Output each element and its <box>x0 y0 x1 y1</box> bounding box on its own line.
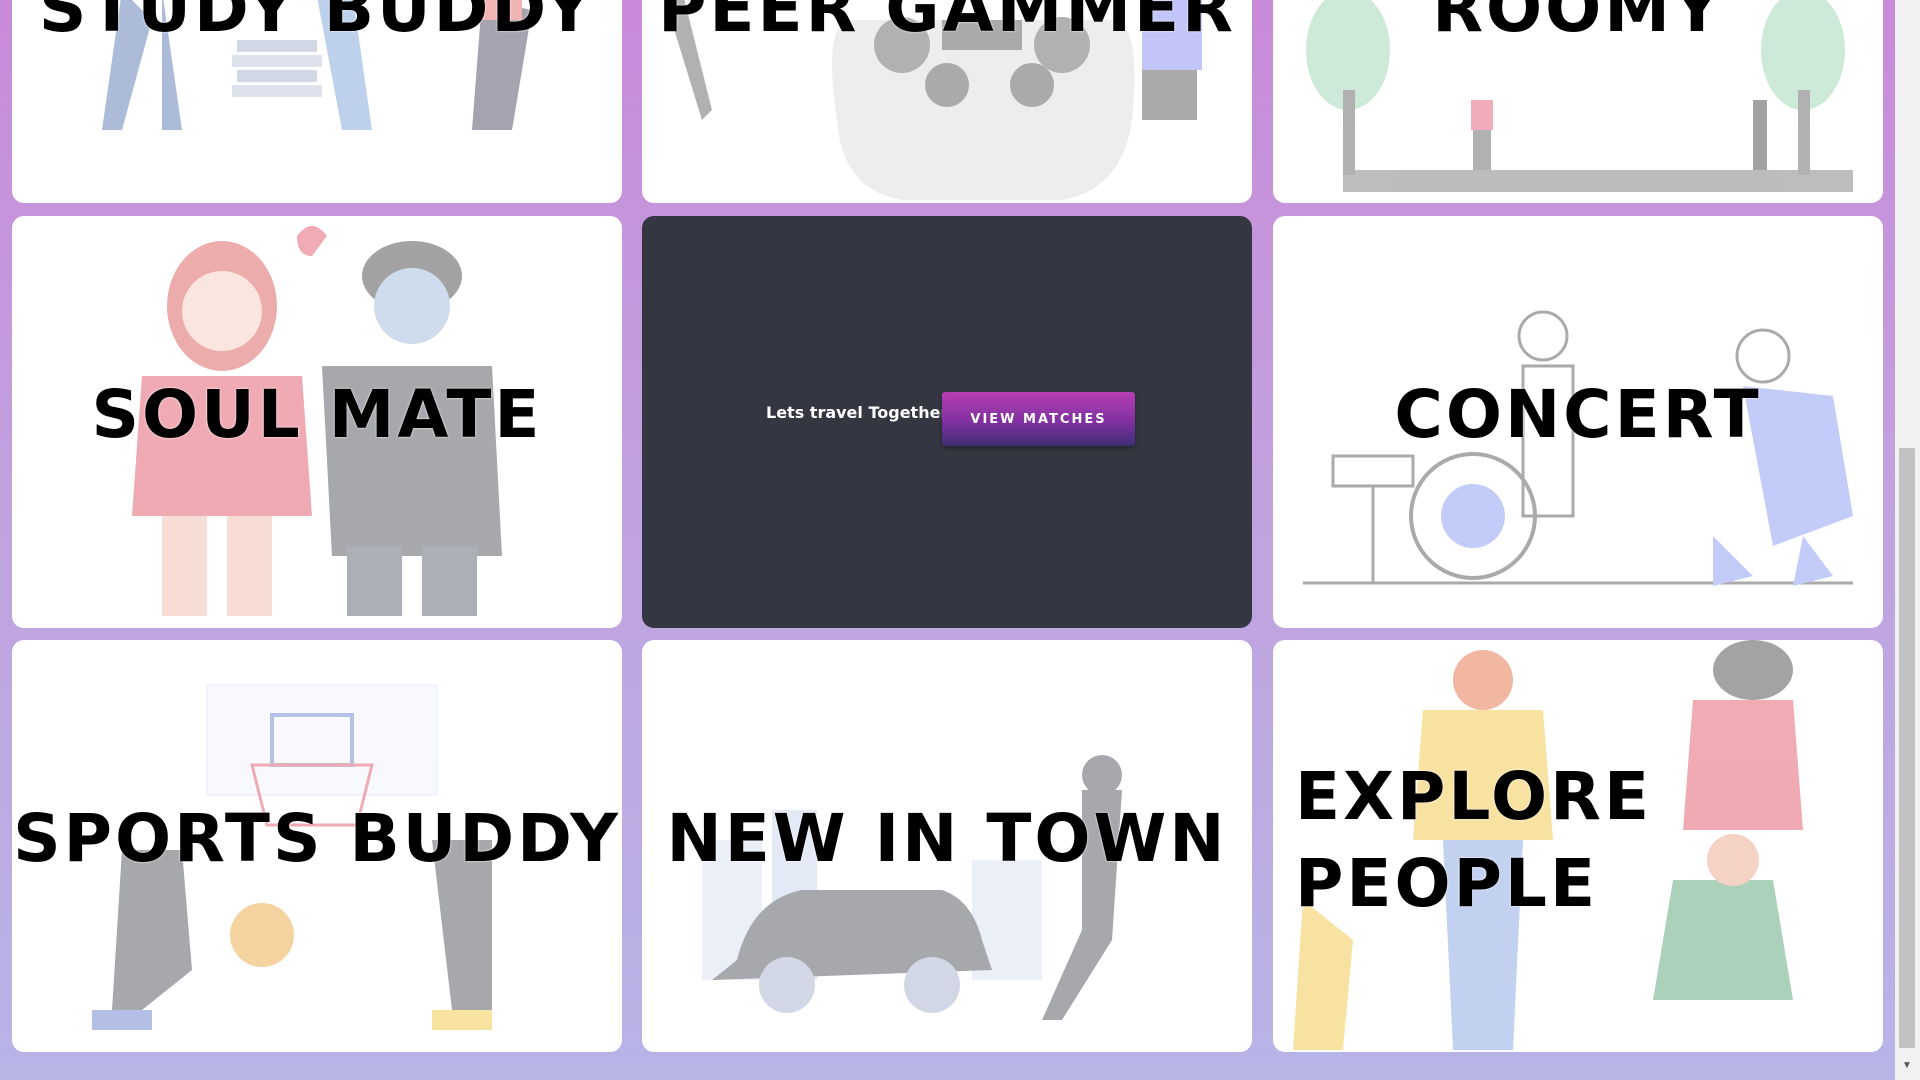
vertical-scrollbar[interactable]: ▼ <box>1895 0 1920 1080</box>
card-roomy[interactable]: ROOMY <box>1273 0 1883 203</box>
view-matches-button[interactable]: VIEW MATCHES <box>942 392 1135 446</box>
card-concert[interactable]: CONCERT <box>1273 216 1883 628</box>
card-title: NEW IN TOWN <box>666 800 1228 877</box>
card-title: SOUL MATE <box>91 376 543 453</box>
scroll-down-arrow-icon[interactable]: ▼ <box>1899 1058 1915 1074</box>
card-title: PEER GAMMER <box>658 0 1236 47</box>
card-title: ROOMY <box>1432 0 1724 47</box>
scrollbar-thumb[interactable] <box>1899 448 1915 1048</box>
card-peer-gammer[interactable]: PEER GAMMER <box>642 0 1252 203</box>
card-new-in-town[interactable]: NEW IN TOWN <box>642 640 1252 1052</box>
card-title-line2: PEOPLE <box>1295 845 1599 922</box>
card-title: SPORTS BUDDY <box>13 800 621 877</box>
card-sports-buddy[interactable]: SPORTS BUDDY <box>12 640 622 1052</box>
card-explore-people[interactable]: EXPLORE PEOPLE <box>1273 640 1883 1052</box>
card-soul-mate[interactable]: SOUL MATE <box>12 216 622 628</box>
card-study-buddy[interactable]: STUDY BUDDY <box>12 0 622 203</box>
card-title-line1: EXPLORE <box>1295 758 1653 835</box>
card-lets-travel: Lets travel Together VIEW MATCHES <box>642 216 1252 628</box>
card-title: STUDY BUDDY <box>38 0 596 47</box>
travel-text: Lets travel Together <box>766 403 949 422</box>
card-title: CONCERT <box>1394 376 1762 453</box>
